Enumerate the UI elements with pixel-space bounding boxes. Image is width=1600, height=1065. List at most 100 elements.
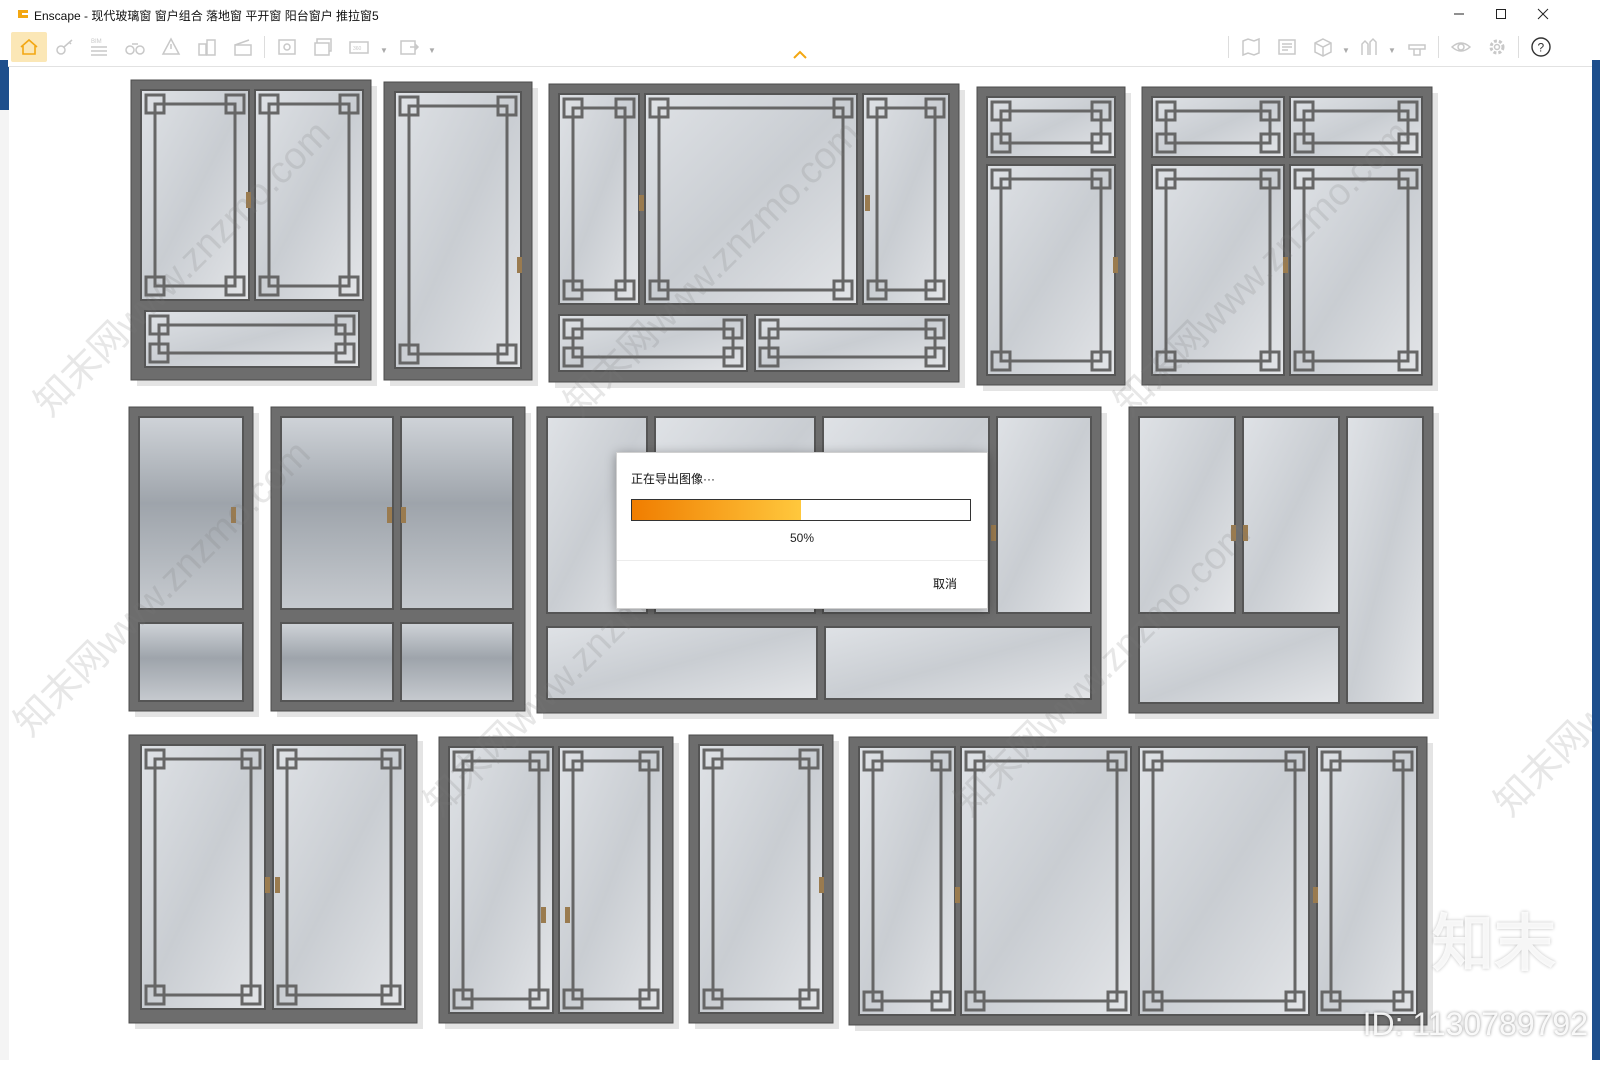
window-handle xyxy=(819,877,824,893)
screenshot-button[interactable] xyxy=(272,32,302,62)
export-progress-dialog: 正在导出图像··· 50% 取消 xyxy=(616,452,988,609)
dialog-divider xyxy=(617,560,987,561)
collapse-toolbar-icon[interactable] xyxy=(792,50,808,60)
batch-render-icon xyxy=(314,38,332,56)
minimize-button[interactable] xyxy=(1437,0,1481,28)
glass-pane xyxy=(1151,96,1285,158)
maximize-button[interactable] xyxy=(1479,0,1523,28)
export-dropdown-caret[interactable]: ▼ xyxy=(428,46,436,55)
glass-pane xyxy=(140,744,266,1010)
dialog-title: 正在导出图像··· xyxy=(631,472,715,486)
window-handle xyxy=(275,877,280,893)
glass-pane xyxy=(558,93,640,305)
visibility-icon xyxy=(1450,42,1472,52)
progress-fill xyxy=(632,500,801,520)
alert-button[interactable] xyxy=(156,32,186,62)
window-handle xyxy=(955,887,960,903)
window-handle xyxy=(1113,257,1118,273)
close-icon xyxy=(1537,8,1549,20)
panorama-icon: 360 xyxy=(349,41,369,54)
toolbar-separator xyxy=(1228,36,1229,58)
glass-pane xyxy=(996,416,1092,614)
cube-dropdown-caret[interactable]: ▼ xyxy=(1342,46,1350,55)
glass-pane xyxy=(986,164,1116,376)
toolbar-separator xyxy=(1438,36,1439,58)
glass-pane xyxy=(400,622,514,702)
buildings-button[interactable] xyxy=(192,32,222,62)
home-button[interactable] xyxy=(11,32,47,62)
bim-button[interactable]: BIM xyxy=(84,32,114,62)
cube-button[interactable] xyxy=(1308,32,1338,62)
asset-library-icon xyxy=(1361,37,1377,55)
export-button[interactable] xyxy=(394,32,424,62)
asset-library-button[interactable] xyxy=(1354,32,1384,62)
glass-pane xyxy=(1346,416,1424,704)
svg-text:?: ? xyxy=(1538,41,1545,55)
clapper-button[interactable] xyxy=(228,32,258,62)
export-progress-bar xyxy=(631,499,971,521)
toolbar-separator xyxy=(1518,36,1519,58)
title-bar: Enscape - 现代玻璃窗 窗户组合 落地窗 平开窗 阳台窗户 推拉窗5 xyxy=(0,0,1600,28)
glass-pane xyxy=(1138,626,1340,704)
asset-dropdown-caret[interactable]: ▼ xyxy=(1388,46,1396,55)
help-button[interactable]: ? xyxy=(1526,32,1556,62)
glass-pane xyxy=(1138,746,1310,1016)
atlas-icon xyxy=(1278,39,1296,55)
screenshot-icon xyxy=(278,39,296,55)
progress-percent: 50% xyxy=(789,531,815,545)
glass-pane xyxy=(754,314,950,372)
enscape-logo-icon xyxy=(18,10,28,18)
glass-pane xyxy=(400,416,514,610)
glass-pane xyxy=(698,744,824,1014)
export-icon xyxy=(400,40,420,55)
svg-text:360: 360 xyxy=(353,46,362,52)
panorama-dropdown-caret[interactable]: ▼ xyxy=(380,46,388,55)
glass-pane xyxy=(144,310,360,368)
glass-pane xyxy=(280,622,394,702)
settings-icon xyxy=(1489,39,1505,55)
toolbar-separator xyxy=(264,36,265,58)
atlas-button[interactable] xyxy=(1272,32,1302,62)
panorama-button[interactable]: 360 xyxy=(344,32,374,62)
window-handle xyxy=(541,907,546,923)
window-handle xyxy=(1313,887,1318,903)
app-window: Enscape - 现代玻璃窗 窗户组合 落地窗 平开窗 阳台窗户 推拉窗5 B… xyxy=(0,0,1600,1065)
window-handle xyxy=(565,907,570,923)
batch-render-button[interactable] xyxy=(308,32,338,62)
asset-id-label: ID: 1130789792 xyxy=(1362,1006,1588,1042)
window-handle xyxy=(265,877,270,893)
cube-icon xyxy=(1314,38,1332,57)
bim-icon: BIM xyxy=(91,39,107,56)
glass-pane xyxy=(1242,416,1340,614)
material-icon xyxy=(1408,44,1426,56)
minimize-icon xyxy=(1454,13,1464,15)
glass-pane xyxy=(272,744,406,1010)
svg-text:BIM: BIM xyxy=(91,39,102,45)
glass-pane xyxy=(558,746,664,1014)
binoculars-icon xyxy=(125,43,145,55)
window-handle xyxy=(991,525,996,541)
close-button[interactable] xyxy=(1521,0,1565,28)
visibility-button[interactable] xyxy=(1446,32,1476,62)
binoculars-button[interactable] xyxy=(120,32,150,62)
glass-pane xyxy=(986,96,1116,158)
window-handle xyxy=(401,507,406,523)
clapper-icon xyxy=(234,39,252,56)
maximize-icon xyxy=(1496,9,1506,19)
cancel-button[interactable]: 取消 xyxy=(933,575,957,592)
material-button[interactable] xyxy=(1402,32,1432,62)
settings-button[interactable] xyxy=(1482,32,1512,62)
window-handle xyxy=(639,195,644,211)
glass-pane xyxy=(394,91,522,369)
window-handle xyxy=(387,507,392,523)
map-button[interactable] xyxy=(1236,32,1266,62)
desktop-edge-right xyxy=(1592,60,1600,1060)
key-icon xyxy=(56,39,73,55)
home-icon xyxy=(20,38,38,55)
window-handle xyxy=(517,257,522,273)
alert-icon xyxy=(161,37,181,55)
buildings-icon xyxy=(198,39,216,56)
key-button[interactable] xyxy=(50,32,80,62)
window-handle xyxy=(865,195,870,211)
enscape-toolbar: BIM 360 ▼ ▼ ▼ ▼ ? xyxy=(8,28,1592,67)
